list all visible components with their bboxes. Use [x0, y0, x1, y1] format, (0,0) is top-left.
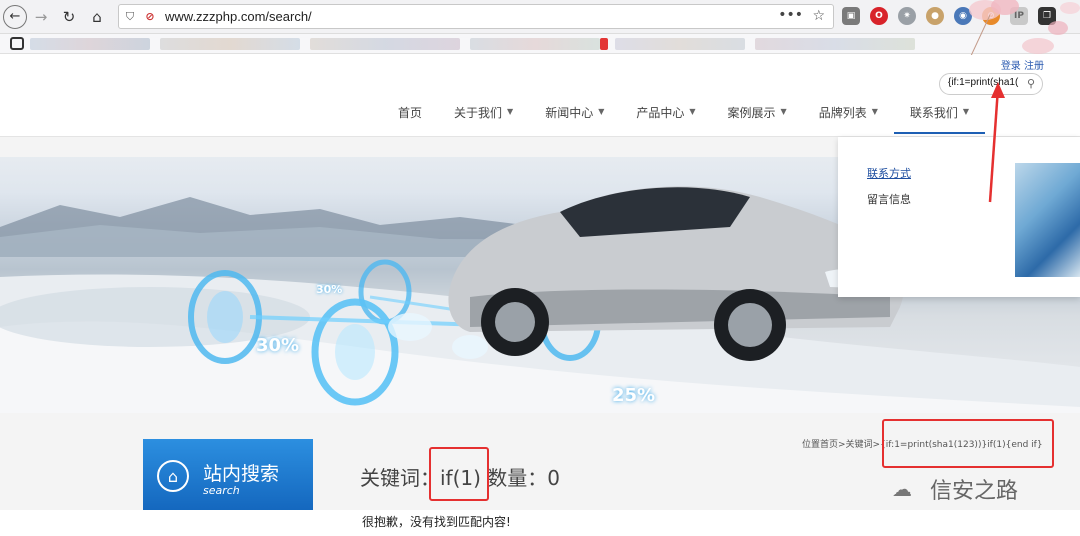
blurred-bookmarks: [600, 38, 608, 50]
keyword-prefix: 关键词：: [360, 466, 440, 490]
main-nav: 首页 关于我们 ▼ 新闻中心 ▼ 产品中心 ▼ 案例展示 ▼ 品牌列表 ▼ 联系我们 ▼: [382, 104, 986, 134]
block-extension-icon[interactable]: ⊘: [982, 7, 1000, 25]
results-area: 很抱歉，没有找到匹配内容!: [0, 510, 1080, 536]
blurred-bookmarks: [470, 38, 600, 50]
no-result-message: 很抱歉，没有找到匹配内容!: [362, 515, 511, 529]
caret-down-icon: ▼: [962, 107, 970, 116]
hero-label-30: 30%: [256, 335, 300, 356]
blurred-bookmarks: [160, 38, 300, 50]
wechat-watermark: ☁ 信安之路: [892, 473, 1018, 505]
business-people-image: [1015, 163, 1080, 277]
caret-down-icon: ▼: [507, 107, 514, 116]
watermark-text: 信安之路: [930, 479, 1019, 504]
annotation-box-keyword: [429, 447, 489, 501]
nav-item-label: 案例展示: [727, 106, 776, 120]
forward-icon[interactable]: →: [27, 3, 55, 31]
nav-item-home[interactable]: 首页: [382, 104, 438, 134]
wechat-icon: ☁: [892, 477, 912, 501]
dropdown-item-contact-info[interactable]: 联系方式: [867, 165, 911, 181]
register-link[interactable]: 注册: [1024, 61, 1044, 72]
blurred-bookmarks: [755, 38, 915, 50]
bookmark-star-icon[interactable]: ☆: [812, 8, 825, 24]
back-icon[interactable]: ←: [3, 4, 27, 29]
bookmark-folder-icon[interactable]: [10, 37, 24, 50]
hero-label-25: 25%: [612, 385, 656, 406]
sidebar-search-header: ⌂ 站内搜索 search: [143, 439, 313, 511]
bookmarks-bar: [0, 34, 1080, 54]
annotation-arrow: [988, 82, 1005, 203]
shield-icon[interactable]: ⛉: [119, 10, 141, 24]
blurred-bookmarks: [30, 38, 150, 50]
extension-icons: ▣ O ✷ ● ◉ ⊘ IP ❐: [842, 7, 1056, 25]
search-icon[interactable]: ⚲: [1027, 77, 1035, 90]
auth-links: 登录 注册: [1001, 57, 1044, 72]
sidebar-title: 站内搜索: [203, 463, 280, 485]
url-text[interactable]: www.zzzphp.com/search/: [165, 9, 312, 24]
insecure-icon[interactable]: ⊘: [141, 10, 159, 23]
nav-item-news[interactable]: 新闻中心 ▼: [529, 104, 620, 134]
site-header: 登录 注册 ⚲ 首页 关于我们 ▼ 新闻中心 ▼ 产品中心 ▼ 案例展示 ▼ 品牌列表 ▼…: [0, 55, 1080, 137]
building-icon: ⌂: [157, 460, 189, 492]
result-count: 数量：0: [480, 466, 561, 490]
nav-item-products[interactable]: 产品中心 ▼: [620, 104, 711, 134]
sidebar-subtitle: search: [203, 484, 240, 497]
nav-item-contact[interactable]: 联系我们 ▼: [893, 104, 986, 134]
ip-extension-icon[interactable]: IP: [1010, 7, 1028, 25]
nav-item-label: 新闻中心: [545, 106, 594, 120]
screenshot-extension-icon[interactable]: ❐: [1038, 7, 1056, 25]
reload-icon[interactable]: ↻: [55, 3, 83, 31]
nav-item-label: 产品中心: [636, 106, 685, 120]
dropdown-item-message[interactable]: 留言信息: [867, 191, 911, 207]
nav-item-brands[interactable]: 品牌列表 ▼: [803, 104, 894, 134]
nav-item-label: 首页: [398, 106, 423, 120]
caret-down-icon: ▼: [689, 107, 696, 116]
contact-dropdown: 联系方式 留言信息: [838, 137, 1080, 297]
home-icon[interactable]: ⌂: [83, 3, 111, 31]
blurred-bookmarks: [310, 38, 460, 50]
browser-toolbar: ← → ↻ ⌂ ⛉ ⊘ www.zzzphp.com/search/ ••• ☆…: [0, 0, 1080, 34]
caret-down-icon: ▼: [871, 107, 878, 116]
caret-down-icon: ▼: [780, 107, 787, 116]
hero-label-30-small: 30%: [316, 283, 343, 296]
nav-item-label: 联系我们: [909, 106, 958, 120]
annotation-box-breadcrumb: [882, 419, 1054, 468]
nav-item-about[interactable]: 关于我们 ▼: [438, 104, 529, 134]
profile-extension-icon[interactable]: ◉: [954, 7, 972, 25]
opera-icon[interactable]: O: [870, 7, 888, 25]
page-root: ← → ↻ ⌂ ⛉ ⊘ www.zzzphp.com/search/ ••• ☆…: [0, 0, 1080, 536]
blurred-bookmarks: [615, 38, 745, 50]
caret-down-icon: ▼: [598, 107, 605, 116]
nav-item-label: 关于我们: [454, 106, 503, 120]
page-actions-icon[interactable]: •••: [778, 7, 803, 23]
cookie-icon[interactable]: ●: [926, 7, 944, 25]
login-link[interactable]: 登录: [1001, 61, 1021, 72]
gear-extension-icon[interactable]: ✷: [898, 7, 916, 25]
nav-item-label: 品牌列表: [818, 106, 867, 120]
address-bar[interactable]: ⛉ ⊘ www.zzzphp.com/search/ ••• ☆: [118, 4, 834, 29]
nav-item-cases[interactable]: 案例展示 ▼: [712, 104, 803, 134]
extension-icon[interactable]: ▣: [842, 7, 860, 25]
